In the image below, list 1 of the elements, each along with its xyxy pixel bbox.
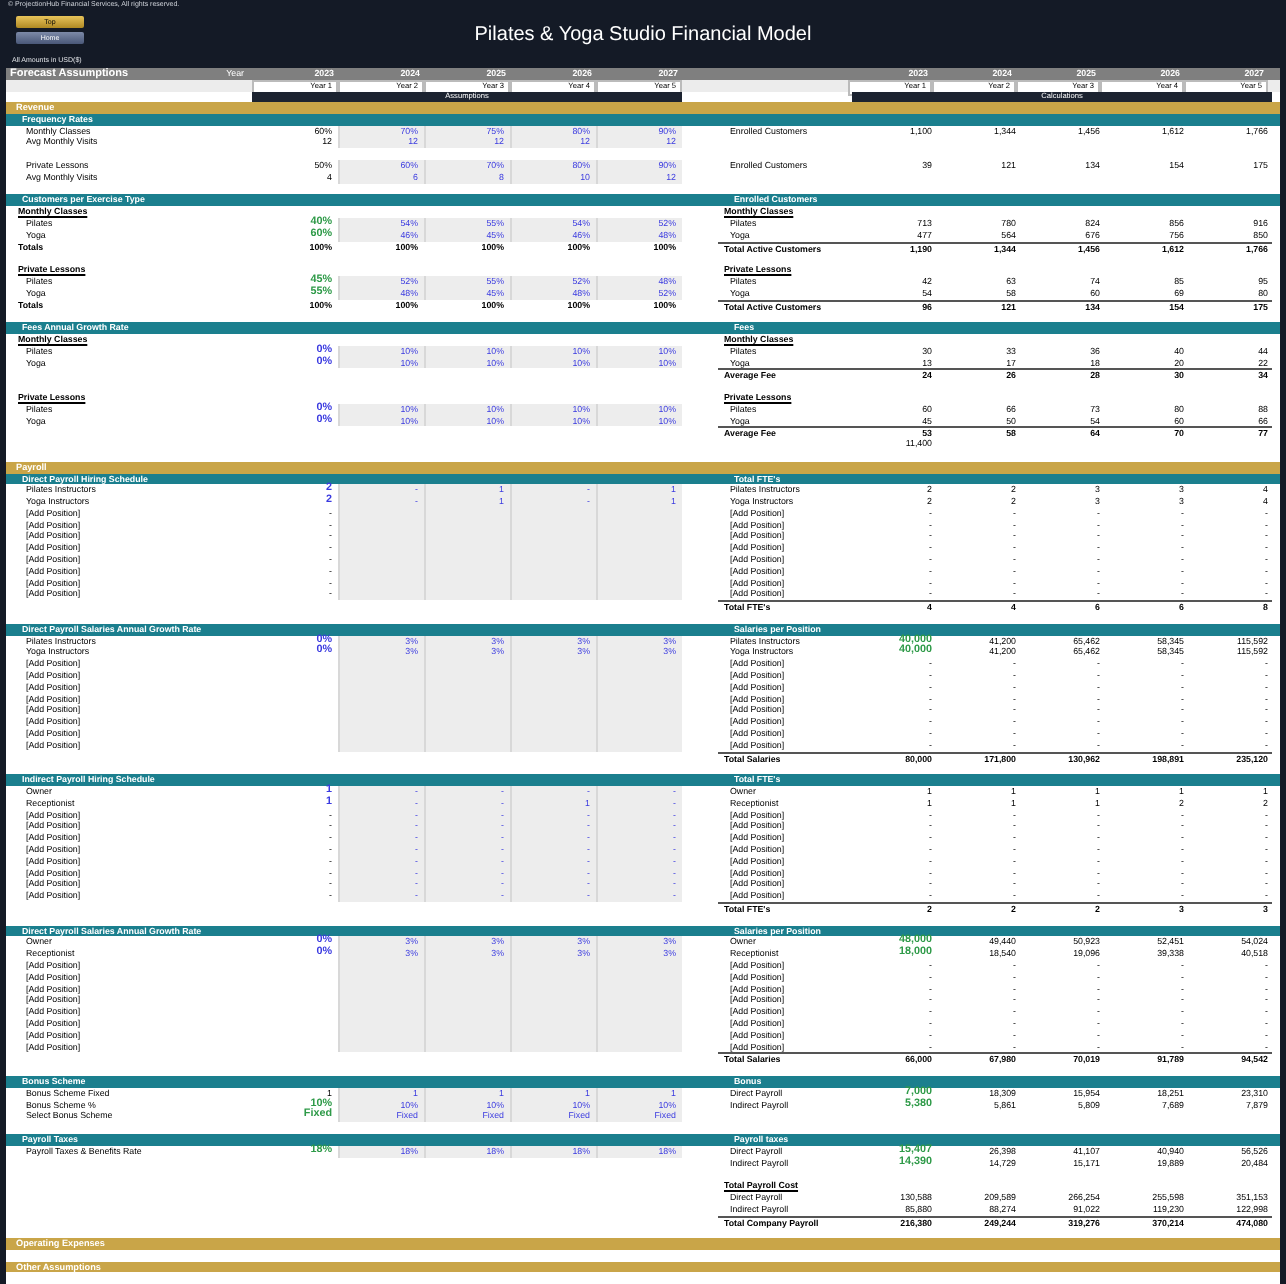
model-title: Pilates & Yoga Studio Financial Model xyxy=(474,24,812,46)
